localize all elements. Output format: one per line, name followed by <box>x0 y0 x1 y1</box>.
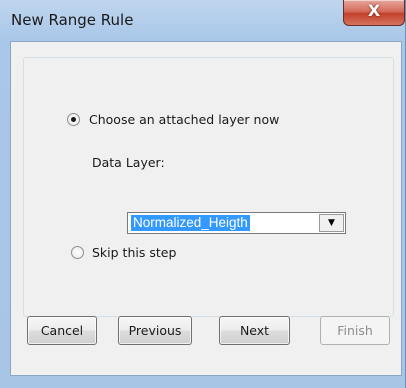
close-icon: X <box>367 1 381 20</box>
next-button[interactable]: Next <box>219 316 290 345</box>
finish-button[interactable]: Finish <box>320 316 390 345</box>
attached-layer-label: Choose an attached layer now <box>89 112 280 127</box>
data-layer-selected-value: Normalized_Heigth <box>131 215 250 231</box>
skip-step-label: Skip this step <box>92 245 177 260</box>
close-button[interactable]: X <box>343 0 405 26</box>
previous-button[interactable]: Previous <box>118 316 192 345</box>
attached-layer-option[interactable]: Choose an attached layer now <box>67 112 279 127</box>
data-layer-label: Data Layer: <box>92 155 165 170</box>
data-layer-select[interactable]: Normalized_Heigth ▼ <box>127 212 346 234</box>
attached-layer-radio[interactable] <box>67 113 80 126</box>
dialog-window: New Range Rule X Choose an attached laye… <box>0 0 406 388</box>
cancel-button[interactable]: Cancel <box>27 316 97 345</box>
radio-selected-dot <box>71 117 76 122</box>
skip-step-radio[interactable] <box>71 246 84 259</box>
skip-step-option[interactable]: Skip this step <box>71 245 176 260</box>
window-title: New Range Rule <box>11 11 134 29</box>
dialog-client-area: Choose an attached layer now Data Layer:… <box>10 41 402 376</box>
chevron-down-icon[interactable]: ▼ <box>319 214 344 232</box>
options-group: Choose an attached layer now Data Layer:… <box>23 57 394 317</box>
